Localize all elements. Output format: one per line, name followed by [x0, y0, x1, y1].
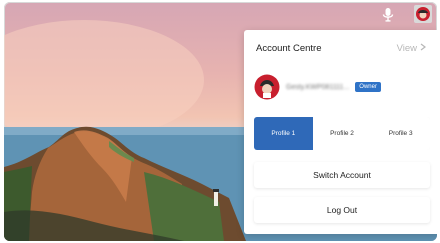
- mic-icon[interactable]: [381, 7, 395, 23]
- switch-account-button[interactable]: Switch Account: [254, 162, 430, 188]
- owner-badge: Owner: [355, 82, 381, 92]
- current-user-row: Gesty.KWP081111... Owner: [254, 73, 430, 101]
- profile-tabs: Profile 1 Profile 2 Profile 3: [254, 117, 430, 150]
- tab-profile-1[interactable]: Profile 1: [254, 117, 313, 150]
- user-avatar: [254, 74, 280, 100]
- view-link[interactable]: View: [397, 43, 426, 54]
- desktop-screen: Account Centre View Gesty.KWP081111... O…: [4, 2, 437, 241]
- profile-avatar-icon[interactable]: [414, 5, 432, 23]
- log-out-button[interactable]: Log Out: [254, 197, 430, 223]
- chevron-right-icon: [420, 43, 426, 54]
- user-name: Gesty.KWP081111...: [286, 83, 350, 91]
- account-centre-panel: Account Centre View Gesty.KWP081111... O…: [244, 30, 437, 234]
- panel-title: Account Centre: [256, 43, 322, 54]
- tab-profile-3[interactable]: Profile 3: [371, 117, 430, 150]
- tab-profile-2[interactable]: Profile 2: [312, 117, 372, 150]
- view-link-label: View: [396, 43, 417, 54]
